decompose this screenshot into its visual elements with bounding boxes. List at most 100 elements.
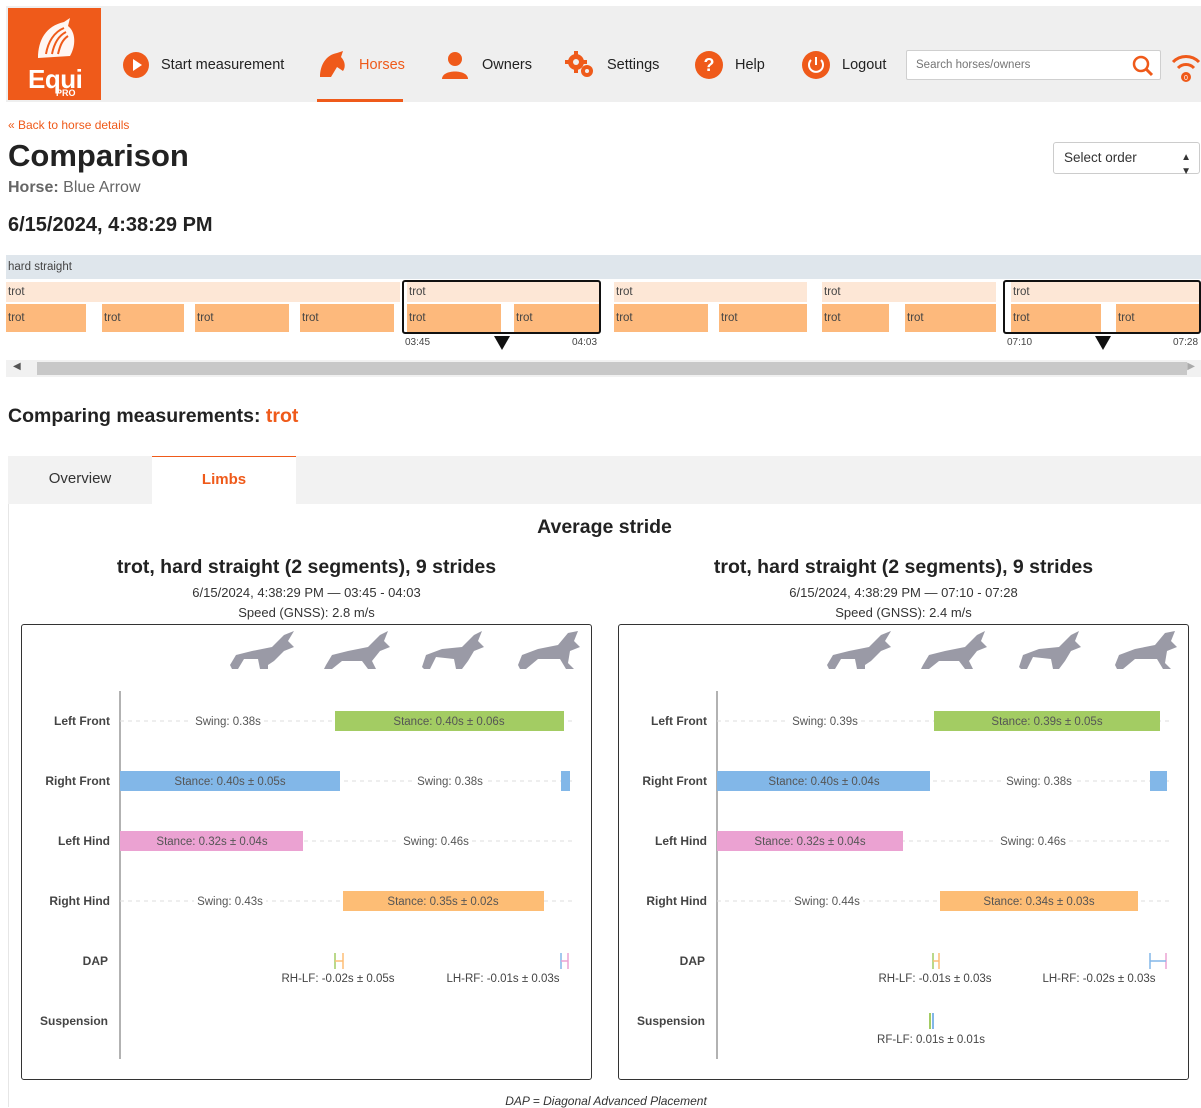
timeline-segment[interactable]: trot	[614, 304, 708, 332]
segment-label: trot	[302, 312, 319, 324]
right-hind-stance: Stance: 0.35s ± 0.02s	[387, 896, 498, 908]
selection-1-marker-icon	[494, 336, 510, 350]
dap-footnote: DAP = Diagonal Advanced Placement	[505, 1094, 707, 1108]
segment-label: trot	[616, 312, 633, 324]
horse-silhouette-icon	[1115, 631, 1177, 669]
right-hind-swing: Swing: 0.44s	[794, 896, 860, 908]
horse-label: Horse:	[8, 179, 59, 196]
timeline-segment[interactable]: trot	[905, 304, 996, 332]
timeline-gait-block[interactable]: trot	[614, 282, 807, 302]
scroll-left-icon[interactable]: ◀	[13, 361, 21, 372]
timeline-surface-row[interactable]: hard straight	[6, 255, 1201, 279]
row-label-left-hind: Left Hind	[655, 834, 707, 848]
nav-settings[interactable]: Settings	[565, 50, 659, 80]
back-to-horse-details-link[interactable]: « Back to horse details	[8, 118, 129, 132]
chart-1-speed: Speed (GNSS): 2.8 m/s	[238, 605, 375, 620]
person-icon	[440, 51, 470, 79]
nav-start-measurement[interactable]: Start measurement	[123, 50, 284, 80]
sort-caret-icon: ▲ ▼	[1181, 152, 1191, 177]
top-nav: Equi PRO Start measurement Horses Owners	[6, 6, 1201, 102]
nav-label: Owners	[482, 57, 532, 73]
nav-label: Help	[735, 57, 765, 73]
connection-count: 0	[1184, 75, 1188, 82]
chart-2-header: trot, hard straight (2 segments), 9 stri…	[618, 556, 1189, 620]
tab-overview[interactable]: Overview	[8, 456, 152, 504]
nav-logout[interactable]: Logout	[802, 50, 886, 80]
gait-label: trot	[616, 286, 633, 298]
stride-chart-2: Left Front Right Front Left Hind Right H…	[618, 624, 1189, 1080]
dap-rh-lf-marker	[932, 953, 940, 969]
right-front-stance-bar-end	[561, 771, 570, 791]
nav-label: Horses	[359, 57, 405, 73]
segment-label: trot	[197, 312, 214, 324]
search-icon[interactable]	[1132, 55, 1154, 82]
chart-2-subtitle: 6/15/2024, 4:38:29 PM — 07:10 - 07:28	[789, 585, 1018, 600]
search-input[interactable]	[907, 51, 1117, 79]
timeline-gait-block[interactable]: trot	[822, 282, 996, 302]
row-label-right-hind: Right Hind	[49, 894, 110, 908]
stride-chart-1: Left Front Right Front Left Hind Right H…	[21, 624, 592, 1080]
right-front-stance: Stance: 0.40s ± 0.05s	[174, 776, 285, 788]
row-label-dap: DAP	[680, 954, 705, 968]
horse-info: Horse: Blue Arrow	[8, 179, 141, 197]
play-icon	[123, 52, 149, 78]
timeline-segment[interactable]: trot	[6, 304, 86, 332]
nav-horses[interactable]: Horses	[317, 50, 405, 80]
timeline-selection-2[interactable]	[1003, 280, 1201, 334]
left-front-stance: Stance: 0.40s ± 0.06s	[393, 716, 504, 728]
row-label-suspension: Suspension	[637, 1014, 705, 1028]
timeline-segment[interactable]: trot	[195, 304, 289, 332]
chart-1-subtitle: 6/15/2024, 4:38:29 PM — 03:45 - 04:03	[192, 585, 421, 600]
scroll-right-icon[interactable]: ▶	[1187, 361, 1195, 372]
horse-silhouette-icon	[324, 631, 390, 669]
left-front-swing: Swing: 0.38s	[195, 716, 261, 728]
connection-status-icon[interactable]: 0	[1171, 50, 1201, 89]
gait-label: trot	[824, 286, 841, 298]
nav-help[interactable]: ? Help	[695, 50, 765, 80]
comparing-gait: trot	[265, 405, 299, 427]
nav-owners[interactable]: Owners	[440, 50, 532, 80]
row-label-left-hind: Left Hind	[58, 834, 110, 848]
timeline-segment[interactable]: trot	[102, 304, 184, 332]
svg-text:?: ?	[704, 55, 715, 75]
timeline-gait-block[interactable]: trot	[6, 282, 400, 302]
select-order-dropdown[interactable]: Select order ▲ ▼	[1053, 142, 1200, 177]
timeline-segment[interactable]: trot	[300, 304, 394, 332]
timeline-selection-1[interactable]	[402, 280, 601, 334]
timeline-segment[interactable]: trot	[822, 304, 889, 332]
question-icon: ?	[695, 51, 723, 79]
left-hind-swing: Swing: 0.46s	[1000, 836, 1066, 848]
selection-2-start-time: 07:10	[1007, 337, 1033, 348]
horse-silhouette-icon	[422, 631, 484, 669]
measurement-datetime: 6/15/2024, 4:38:29 PM	[8, 214, 213, 236]
chart-2-title: trot, hard straight (2 segments), 9 stri…	[713, 556, 1094, 578]
select-order-value: Select order	[1064, 150, 1137, 165]
timeline-scrollbar[interactable]: ◀ ▶	[6, 360, 1201, 377]
equipro-logo[interactable]: Equi PRO	[8, 8, 101, 100]
surface-label: hard straight	[8, 261, 72, 273]
horse-silhouette-icon	[230, 631, 294, 669]
segment-label: trot	[104, 312, 121, 324]
row-label-right-hind: Right Hind	[646, 894, 707, 908]
dap-rh-lf-value: RH-LF: -0.01s ± 0.03s	[878, 973, 991, 985]
selection-2-end-time: 07:28	[1173, 337, 1199, 348]
tabs-bar: Overview Limbs	[8, 456, 1201, 504]
horse-silhouette-icon	[518, 631, 580, 669]
timeline-segment[interactable]: trot	[719, 304, 807, 332]
right-front-swing: Swing: 0.38s	[417, 776, 483, 788]
right-front-stance-bar-end	[1150, 771, 1167, 791]
average-stride-title: Average stride	[537, 516, 672, 538]
right-front-stance: Stance: 0.40s ± 0.04s	[768, 776, 879, 788]
dap-rh-lf-marker	[334, 953, 344, 969]
row-label-dap: DAP	[83, 954, 108, 968]
horse-silhouette-icon	[1019, 631, 1081, 669]
tab-limbs[interactable]: Limbs	[152, 456, 296, 504]
scrollbar-thumb[interactable]	[37, 362, 1187, 375]
segment-label: trot	[824, 312, 841, 324]
search-box	[906, 50, 1161, 80]
left-front-stance: Stance: 0.39s ± 0.05s	[991, 716, 1102, 728]
gait-label: trot	[8, 286, 25, 298]
left-front-swing: Swing: 0.39s	[792, 716, 858, 728]
nav-label: Start measurement	[161, 57, 285, 73]
horse-silhouette-icon	[827, 631, 891, 669]
